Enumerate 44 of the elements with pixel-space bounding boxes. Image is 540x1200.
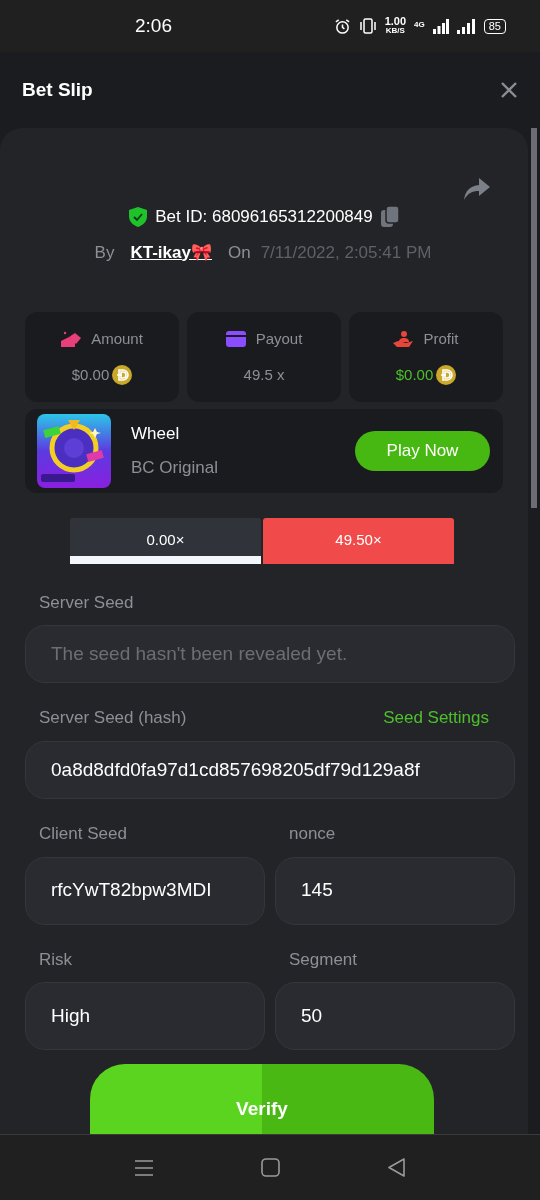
game-subtitle: BC Original <box>131 456 219 479</box>
by-label: By <box>94 241 115 264</box>
menu-icon[interactable] <box>133 1158 154 1177</box>
stat-value: $0.00 <box>395 365 434 385</box>
field-label: Server Seed <box>39 591 134 614</box>
field-label: Client Seed <box>38 823 128 845</box>
on-label: On <box>227 241 251 264</box>
speed-unit: KB/S <box>385 26 405 35</box>
stat-label: Payout <box>255 328 303 349</box>
stat-value: $0.00 <box>71 365 110 385</box>
close-icon[interactable] <box>500 81 518 99</box>
input-field[interactable]: rfcYwT82bpw3MDI <box>25 856 265 925</box>
stat-label: Profit <box>423 328 459 349</box>
stat-value: 49.5 x <box>243 365 285 385</box>
network-type: 4G <box>414 19 425 31</box>
home-icon[interactable] <box>261 1158 280 1177</box>
game-name: Wheel <box>131 423 181 446</box>
multiplier-segment[interactable]: 0.00× <box>70 517 261 564</box>
bet-id: Bet ID: 68096165312200849 <box>155 206 373 228</box>
multiplier-segment[interactable]: 49.50× <box>263 517 454 564</box>
bet-date: 7/11/2022, 2:05:41 PM <box>260 241 432 264</box>
stat-label: Amount <box>91 328 143 349</box>
sheet-title: Bet Slip <box>22 77 93 102</box>
input-field[interactable]: High <box>25 982 265 1050</box>
field-label: Server Seed (hash) <box>39 707 187 730</box>
share-icon[interactable] <box>464 178 490 200</box>
input-field[interactable]: 0a8d8dfd0fa97d1cd857698205df79d129a8f <box>25 740 515 799</box>
seed-settings-link[interactable]: Seed Settings <box>383 705 489 731</box>
speed-value: 1.00 <box>384 17 407 26</box>
field-label: Segment <box>288 948 359 971</box>
shield-check-icon <box>129 206 148 227</box>
input-field[interactable]: 50 <box>275 982 515 1050</box>
alarm-icon <box>333 17 351 35</box>
user-link[interactable]: KT-ikay🎀 <box>130 239 212 265</box>
battery: 85 <box>483 18 506 34</box>
field-label: nonce <box>288 823 337 845</box>
signal-icon <box>432 18 449 34</box>
vibrate-icon <box>358 18 377 34</box>
back-icon[interactable] <box>387 1158 407 1177</box>
field-label: Risk <box>38 948 74 971</box>
input-field[interactable]: 145 <box>275 856 515 925</box>
clock: 2:06 <box>135 13 172 38</box>
copy-icon[interactable] <box>380 206 399 228</box>
signal-icon <box>456 18 476 34</box>
